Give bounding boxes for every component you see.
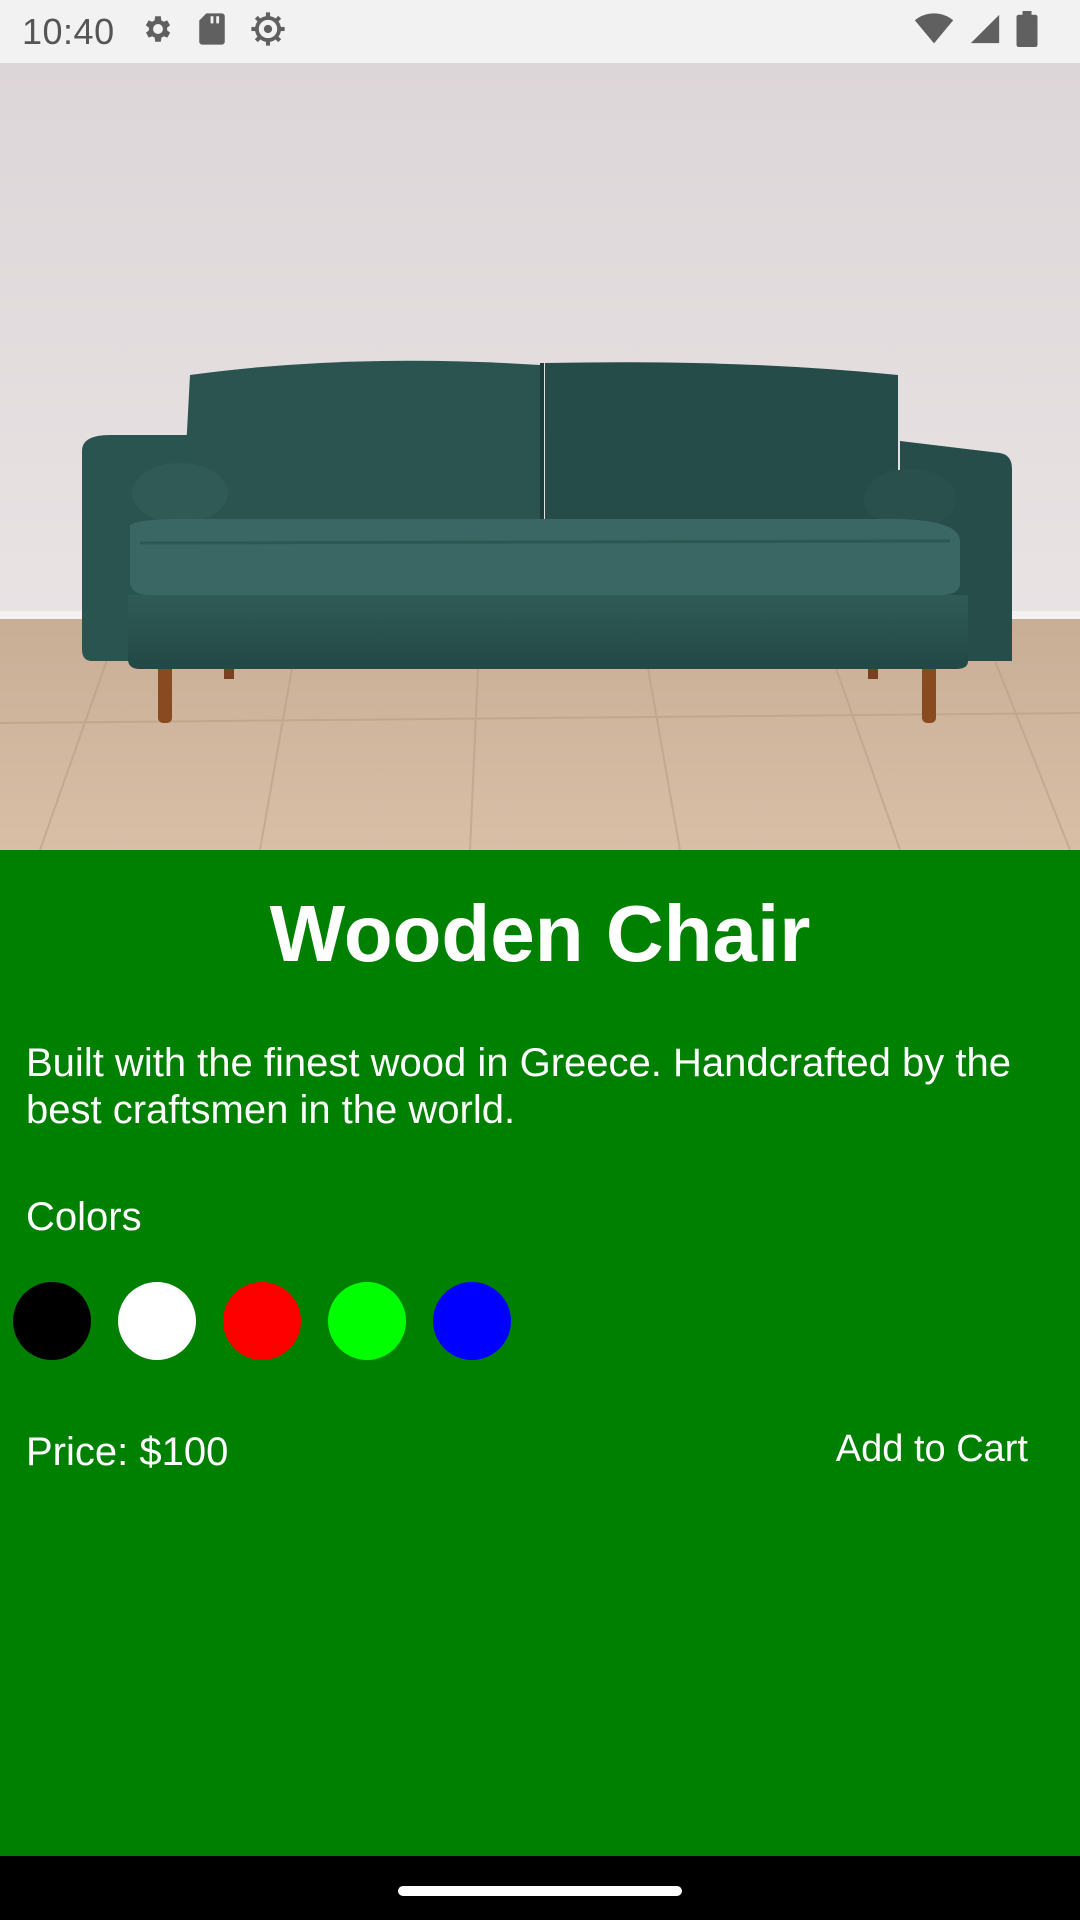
navigation-bar	[0, 1856, 1080, 1920]
sofa-photo	[0, 63, 1080, 850]
status-bar: 10:40	[0, 0, 1080, 63]
status-icons-right	[914, 11, 1038, 52]
status-time: 10:40	[22, 10, 115, 52]
color-swatch-white[interactable]	[118, 1282, 196, 1360]
product-description: Built with the finest wood in Greece. Ha…	[26, 1041, 1011, 1132]
product-details: Wooden Chair Built with the finest wood …	[0, 850, 1080, 1856]
color-swatch-black[interactable]	[13, 1282, 91, 1360]
colors-label: Colors	[26, 1195, 142, 1239]
home-indicator[interactable]	[398, 1886, 682, 1896]
product-image	[0, 63, 1080, 850]
battery-icon	[1016, 11, 1038, 52]
color-swatch-red[interactable]	[223, 1282, 301, 1360]
gear-icon	[141, 12, 175, 51]
cell-signal-icon	[968, 12, 1002, 51]
color-swatch-green[interactable]	[328, 1282, 406, 1360]
color-swatch-blue[interactable]	[433, 1282, 511, 1360]
sync-gear-icon	[249, 10, 287, 53]
color-swatches	[13, 1282, 511, 1360]
wifi-icon	[914, 13, 954, 50]
add-to-cart-button[interactable]: Add to Cart	[820, 1418, 1044, 1481]
status-icons-left	[141, 10, 287, 53]
price-label: Price: $100	[26, 1430, 229, 1474]
sd-card-icon	[197, 12, 227, 51]
product-title: Wooden Chair	[269, 889, 811, 978]
